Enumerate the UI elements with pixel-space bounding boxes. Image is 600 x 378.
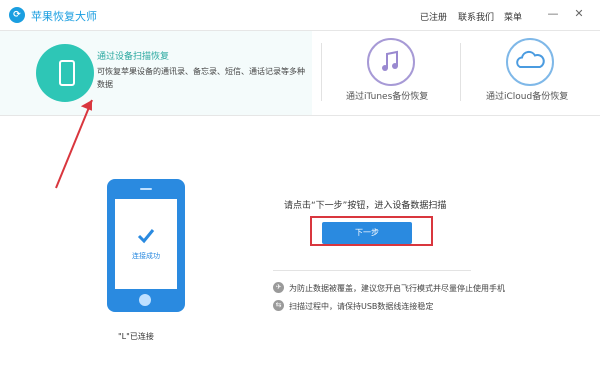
phone-icon (59, 60, 75, 86)
close-icon[interactable]: ✕ (572, 7, 586, 21)
check-icon (137, 229, 155, 244)
icloud-label: 通过iCloud备份恢复 (486, 92, 569, 102)
tip-usb: 扫描过程中，请保持USB数据线连接稳定 (289, 302, 434, 311)
tip-airplane: 为防止数据被覆盖，建议您开启飞行模式并尽量停止使用手机 (289, 284, 505, 293)
recovery-modes: 通过设备扫描恢复 可恢复苹果设备的通讯录、备忘录、短信、通话记录等多种数据 通过… (0, 31, 600, 115)
connection-status: 连接成功 (132, 252, 160, 260)
menu-link[interactable]: 菜单 (504, 10, 522, 23)
cloud-icon (506, 38, 554, 86)
device-scan-title: 通过设备扫描恢复 (97, 52, 170, 62)
device-scan-description: 可恢复苹果设备的通讯录、备忘录、短信、通话记录等多种数据 (97, 67, 305, 89)
scan-instruction: 请点击“下一步”按钮，进入设备数据扫描 (284, 201, 447, 211)
contact-us-link[interactable]: 联系我们 (458, 10, 494, 23)
tips-separator (273, 270, 471, 271)
app-title: 苹果恢复大师 (31, 10, 97, 23)
music-note-icon (367, 38, 415, 86)
separator (321, 43, 322, 101)
usb-icon: ⇆ (273, 300, 284, 311)
title-bar: ⟳ 苹果恢复大师 已注册 联系我们 菜单 — ✕ (0, 0, 600, 31)
mode-device-scan[interactable]: 通过设备扫描恢复 可恢复苹果设备的通讯录、备忘录、短信、通话记录等多种数据 (0, 31, 312, 115)
next-button[interactable]: 下一步 (322, 222, 412, 244)
phone-screen: 连接成功 (115, 199, 177, 289)
device-scan-icon (36, 44, 94, 102)
itunes-label: 通过iTunes备份恢复 (346, 92, 429, 102)
connected-phone: 连接成功 (107, 179, 185, 312)
minimize-icon[interactable]: — (546, 7, 560, 21)
separator (460, 43, 461, 101)
home-button (139, 294, 151, 306)
app-logo-icon: ⟳ (9, 7, 25, 23)
device-name: "L"已连接 (118, 332, 154, 341)
registered-link[interactable]: 已注册 (420, 10, 447, 23)
airplane-icon: ✈ (273, 282, 284, 293)
divider (0, 115, 600, 116)
speaker (140, 188, 152, 190)
